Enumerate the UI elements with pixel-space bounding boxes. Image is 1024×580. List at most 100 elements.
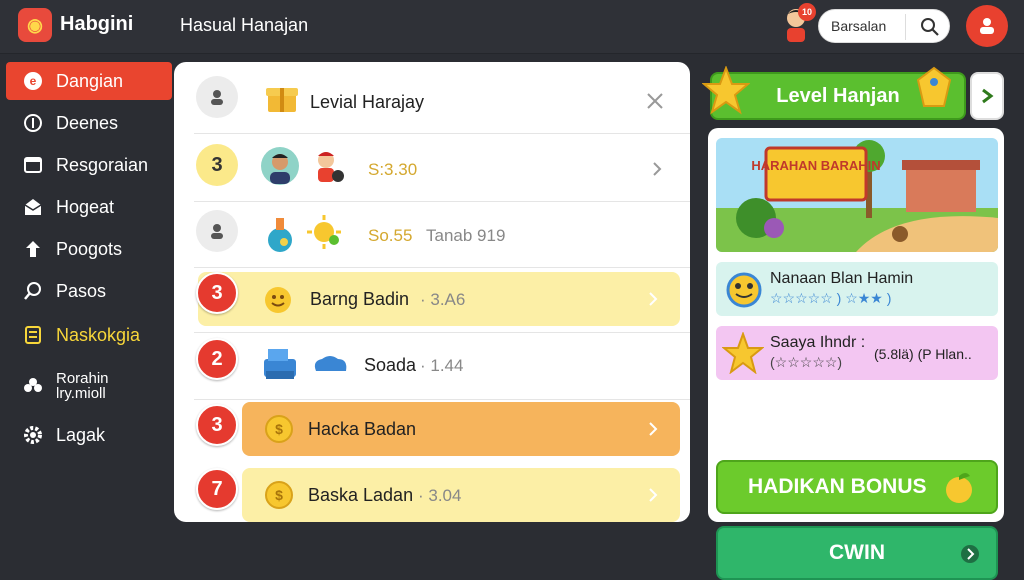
sidebar-item-deenes[interactable]: Deenes: [6, 104, 172, 142]
chevron-right-icon[interactable]: [646, 292, 660, 306]
card-stars: ☆☆☆☆☆ ) ☆★★ ): [770, 290, 892, 306]
potion-icon: [268, 218, 292, 252]
list-row[interactable]: Soada · 1.44: [194, 332, 690, 400]
sidebar-item-resgoraian[interactable]: Resgoraian: [6, 146, 172, 184]
sidebar-item-label: Pasos: [56, 280, 107, 301]
level-button-label: Level Hanjan: [776, 84, 900, 107]
app-title: Habgini: [60, 13, 134, 35]
level-next-button[interactable]: [970, 72, 1004, 120]
user-placeholder-icon: [196, 210, 238, 252]
list-row-header[interactable]: Levial Harajay: [194, 68, 690, 134]
gift-box-icon: [266, 88, 298, 112]
svg-text:$: $: [275, 487, 283, 503]
player-avatar-icon: [261, 147, 299, 185]
list-row-highlight-orange[interactable]: $ Hacka Badan: [242, 402, 680, 456]
cwin-button[interactable]: CWIN: [716, 526, 998, 580]
row-title: So.55: [368, 226, 413, 245]
star-icon: [722, 332, 764, 374]
rewards-panel: HARAHAN BARAHIN Nanaan Blan Hamin ☆☆☆☆☆ …: [708, 128, 1004, 580]
card-title: Nanaan Blan Hamin: [770, 270, 914, 287]
breadcrumb: Hasual Hanajan: [180, 15, 309, 35]
chevron-right-icon[interactable]: [646, 422, 660, 436]
search-icon[interactable]: [919, 16, 941, 38]
sidebar-item-naskokgia[interactable]: Naskokgia: [6, 316, 172, 354]
sidebar-item-label: Hogeat: [56, 196, 115, 217]
row-title: Baska Ladan: [308, 485, 414, 505]
sidebar-item-label: Poogots: [56, 238, 123, 259]
sidebar-item-hogeat[interactable]: Hogeat: [6, 188, 172, 226]
info-icon: [22, 112, 44, 134]
row-title: Hacka Badan: [308, 419, 417, 439]
row-title: Barng Badin: [310, 289, 410, 309]
sidebar-item-rorahin[interactable]: Rorahin lry.mioll: [6, 366, 172, 406]
gear-icon: [22, 424, 44, 446]
app-logo-icon[interactable]: ◉: [18, 8, 52, 42]
row-value: S:3.30: [368, 160, 418, 179]
card-value: (5.8lä) (P Hlan..: [874, 346, 972, 362]
pin-icon: [22, 280, 44, 302]
document-icon: [22, 324, 44, 346]
star-icon: [702, 66, 750, 115]
rank-badge: 2: [196, 338, 238, 380]
top-bar: ◉ Habgini Hasual Hanajan 10 Barsalan: [0, 0, 1024, 54]
printer-icon: [264, 349, 296, 379]
svg-text:$: $: [275, 421, 283, 437]
svg-text:e: e: [30, 74, 37, 88]
sidebar-item-label: Naskokgia: [56, 324, 141, 345]
mascot-icon: [318, 152, 344, 182]
coin-icon: $: [265, 481, 293, 509]
reward-card-2[interactable]: Saaya Ihndr : (5.8lä) (P Hlan.. (☆☆☆☆☆): [716, 326, 998, 380]
close-icon[interactable]: [646, 92, 664, 110]
search-box[interactable]: Barsalan: [818, 9, 950, 43]
chevron-right-icon[interactable]: [646, 488, 660, 502]
promo-banner[interactable]: HARAHAN BARAHIN: [716, 138, 998, 252]
banner-illustration: HARAHAN BARAHIN: [716, 138, 998, 252]
sidebar-item-pasos[interactable]: Pasos: [6, 272, 172, 310]
sidebar-item-lagak[interactable]: Lagak: [6, 416, 172, 454]
cwin-button-label: CWIN: [829, 541, 885, 564]
frog-mascot-icon: [726, 272, 762, 308]
right-column: Level Hanjan HARAHAN BARAHIN Nanaan Blan…: [700, 62, 1024, 580]
upload-icon: [22, 238, 44, 260]
chevron-right-icon[interactable]: [650, 162, 664, 176]
coin-icon: $: [265, 415, 293, 443]
rank-badge: 7: [196, 468, 238, 510]
home-icon: e: [22, 70, 44, 92]
tag-icon: [916, 66, 952, 107]
row-title: Soada: [364, 355, 417, 375]
arrow-right-circle-icon: [961, 545, 979, 563]
notification-badge: 10: [798, 3, 816, 21]
list-row-highlight-yellow[interactable]: $ Baska Ladan · 3.04: [242, 468, 680, 522]
rank-badge: 3: [196, 144, 238, 186]
sun-icon: [307, 215, 341, 249]
list-row[interactable]: 3 S:3.30: [194, 134, 690, 202]
cloud-icon: [314, 356, 347, 371]
search-input[interactable]: Barsalan: [831, 18, 886, 34]
card-stars: (☆☆☆☆☆): [770, 354, 843, 370]
list-row-highlight-yellow[interactable]: Barng Badin · 3.A6: [198, 272, 680, 326]
sidebar-item-dangian[interactable]: e Dangian: [6, 62, 172, 100]
sidebar: e Dangian Deenes Resgoraian Hogeat Poogo…: [0, 54, 172, 512]
puzzle-icon: [22, 375, 44, 397]
reward-card-1[interactable]: Nanaan Blan Hamin ☆☆☆☆☆ ) ☆★★ ): [716, 262, 998, 316]
fruit-icon: [946, 473, 972, 503]
rank-badge: 3: [196, 404, 238, 446]
rank-badge: 3: [196, 272, 238, 314]
bonus-button-label: HADIKAN BONUS: [748, 475, 927, 498]
list-row[interactable]: So.55 Tanab 919: [194, 202, 690, 268]
profile-menu-button[interactable]: [966, 5, 1008, 47]
mail-icon: [22, 196, 44, 218]
sidebar-item-poogots[interactable]: Poogots: [6, 230, 172, 268]
window-icon: [22, 154, 44, 176]
row-value: · 1.44: [420, 356, 464, 375]
row-value: · 3.A6: [420, 290, 466, 309]
sidebar-item-label: Rorahin lry.mioll: [56, 370, 109, 402]
sidebar-item-label: Lagak: [56, 424, 106, 445]
card-title: Saaya Ihndr :: [770, 334, 866, 351]
user-group-icon: [980, 18, 994, 34]
bonus-button[interactable]: HADIKAN BONUS: [716, 460, 998, 514]
sidebar-item-label: Dangian: [56, 70, 124, 91]
row-value: · 3.04: [418, 486, 462, 505]
banner-text: HARAHAN BARAHIN: [751, 158, 880, 173]
sidebar-item-label: Resgoraian: [56, 154, 149, 175]
